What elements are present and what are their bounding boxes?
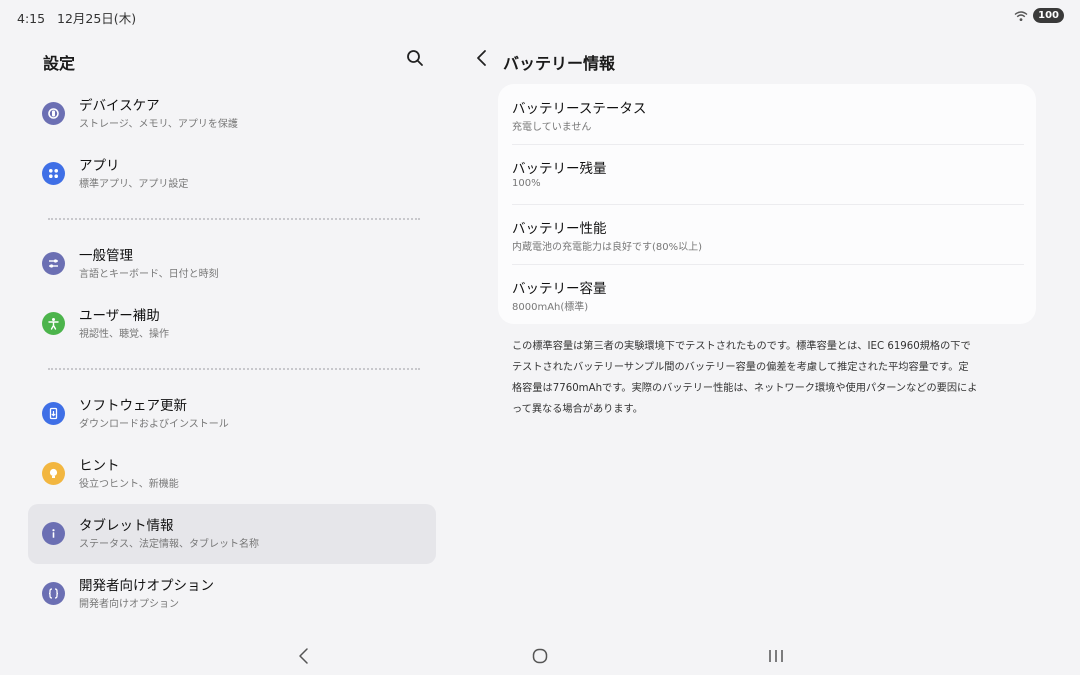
nav-back-icon[interactable] [294,646,314,666]
menu-label: ソフトウェア更新 [79,398,187,414]
menu-item-tips[interactable]: ヒント 役立つヒント、新機能 [28,444,436,504]
menu-label: ヒント [79,458,120,474]
menu-label: ユーザー補助 [79,308,160,324]
battery-info-pane: バッテリー情報 バッテリーステータス 充電していません バッテリー残量 100%… [460,38,1060,628]
menu-item-tablet-info[interactable]: タブレット情報 ステータス、法定情報、タブレット名称 [28,504,436,564]
status-time: 4:15 [17,11,46,26]
battery-info-card: バッテリーステータス 充電していません バッテリー残量 100% バッテリー性能… [498,84,1036,324]
menu-sublabel: 視認性、聴覚、操作 [79,329,169,340]
info-value: 8000mAh(標準) [512,302,589,313]
menu-item-software-update[interactable]: ソフトウェア更新 ダウンロードおよびインストール [28,384,436,444]
note-line: って異なる場合があります。 [512,404,643,415]
screen: 4:15 12月25日(木) 100 設定 デバイスケア ストレージ、メモリ、ア… [0,0,1080,675]
apps-icon [42,162,65,185]
menu-divider [28,204,436,234]
battery-level: 100 [1033,8,1064,23]
menu-label: デバイスケア [79,98,160,114]
info-row-battery-level: バッテリー残量 100% [498,144,1036,204]
wifi-icon [1014,10,1028,21]
menu-label: タブレット情報 [79,518,174,534]
note-line: この標準容量は第三者の実験環境下でテストされたものです。標準容量とは、IEC 6… [512,341,971,352]
menu-sublabel: 役立つヒント、新機能 [79,479,179,490]
menu-label: 開発者向けオプション [79,578,214,594]
bulb-icon [42,462,65,485]
settings-title: 設定 [43,54,76,73]
menu-sublabel: ストレージ、メモリ、アプリを保護 [79,119,238,130]
note-line: テストされたバッテリーサンプル間のバッテリー容量の偏差を考慮して推定された平均容… [512,362,969,373]
software-update-icon [42,402,65,425]
info-row-battery-status: バッテリーステータス 充電していません [498,84,1036,144]
menu-label: アプリ [79,158,120,174]
menu-sublabel: 開発者向けオプション [79,599,179,610]
info-label: バッテリー容量 [512,281,607,297]
info-value: 内蔵電池の充電能力は良好です(80%以上) [512,242,703,253]
info-icon [42,522,65,545]
menu-sublabel: 標準アプリ、アプリ設定 [79,179,189,190]
status-bar: 4:15 12月25日(木) 100 [0,0,1080,32]
status-icons: 100 [1014,8,1064,23]
menu-item-developer-options[interactable]: 開発者向けオプション 開発者向けオプション [28,564,436,624]
menu-sublabel: 言語とキーボード、日付と時刻 [79,269,219,280]
info-label: バッテリー残量 [512,161,607,177]
menu-item-general-management[interactable]: 一般管理 言語とキーボード、日付と時刻 [28,234,436,294]
info-row-battery-health: バッテリー性能 内蔵電池の充電能力は良好です(80%以上) [498,204,1036,264]
nav-recents-icon[interactable] [766,646,786,666]
menu-item-accessibility[interactable]: ユーザー補助 視認性、聴覚、操作 [28,294,436,354]
status-clock: 4:15 12月25日(木) [17,8,136,27]
info-value: 充電していません [512,122,592,133]
braces-icon [42,582,65,605]
info-label: バッテリー性能 [512,221,607,237]
sliders-icon [42,252,65,275]
page-title: バッテリー情報 [503,54,616,73]
info-row-battery-capacity: バッテリー容量 8000mAh(標準) [498,264,1036,324]
menu-divider [28,354,436,384]
navigation-bar [0,640,1080,675]
search-icon[interactable] [406,49,424,67]
menu-item-device-care[interactable]: デバイスケア ストレージ、メモリ、アプリを保護 [28,84,436,144]
settings-menu: デバイスケア ストレージ、メモリ、アプリを保護 アプリ 標準アプリ、アプリ設定 … [28,84,436,624]
accessibility-icon [42,312,65,335]
status-date: 12月25日(木) [57,11,137,26]
menu-sublabel: ダウンロードおよびインストール [79,419,229,430]
note-line: 格容量は7760mAhです。実際のバッテリー性能は、ネットワーク環境や使用パター… [512,383,978,394]
settings-pane: 設定 デバイスケア ストレージ、メモリ、アプリを保護 アプリ 標準アプリ、アプリ… [28,38,436,628]
menu-label: 一般管理 [79,248,133,264]
menu-item-apps[interactable]: アプリ 標準アプリ、アプリ設定 [28,144,436,204]
info-label: バッテリーステータス [512,101,647,117]
back-arrow-icon[interactable] [474,49,490,67]
nav-home-icon[interactable] [530,646,550,666]
device-care-icon [42,102,65,125]
menu-sublabel: ステータス、法定情報、タブレット名称 [79,539,259,550]
capacity-note: この標準容量は第三者の実験環境下でテストされたものです。標準容量とは、IEC 6… [512,336,1024,420]
info-value: 100% [512,178,541,189]
